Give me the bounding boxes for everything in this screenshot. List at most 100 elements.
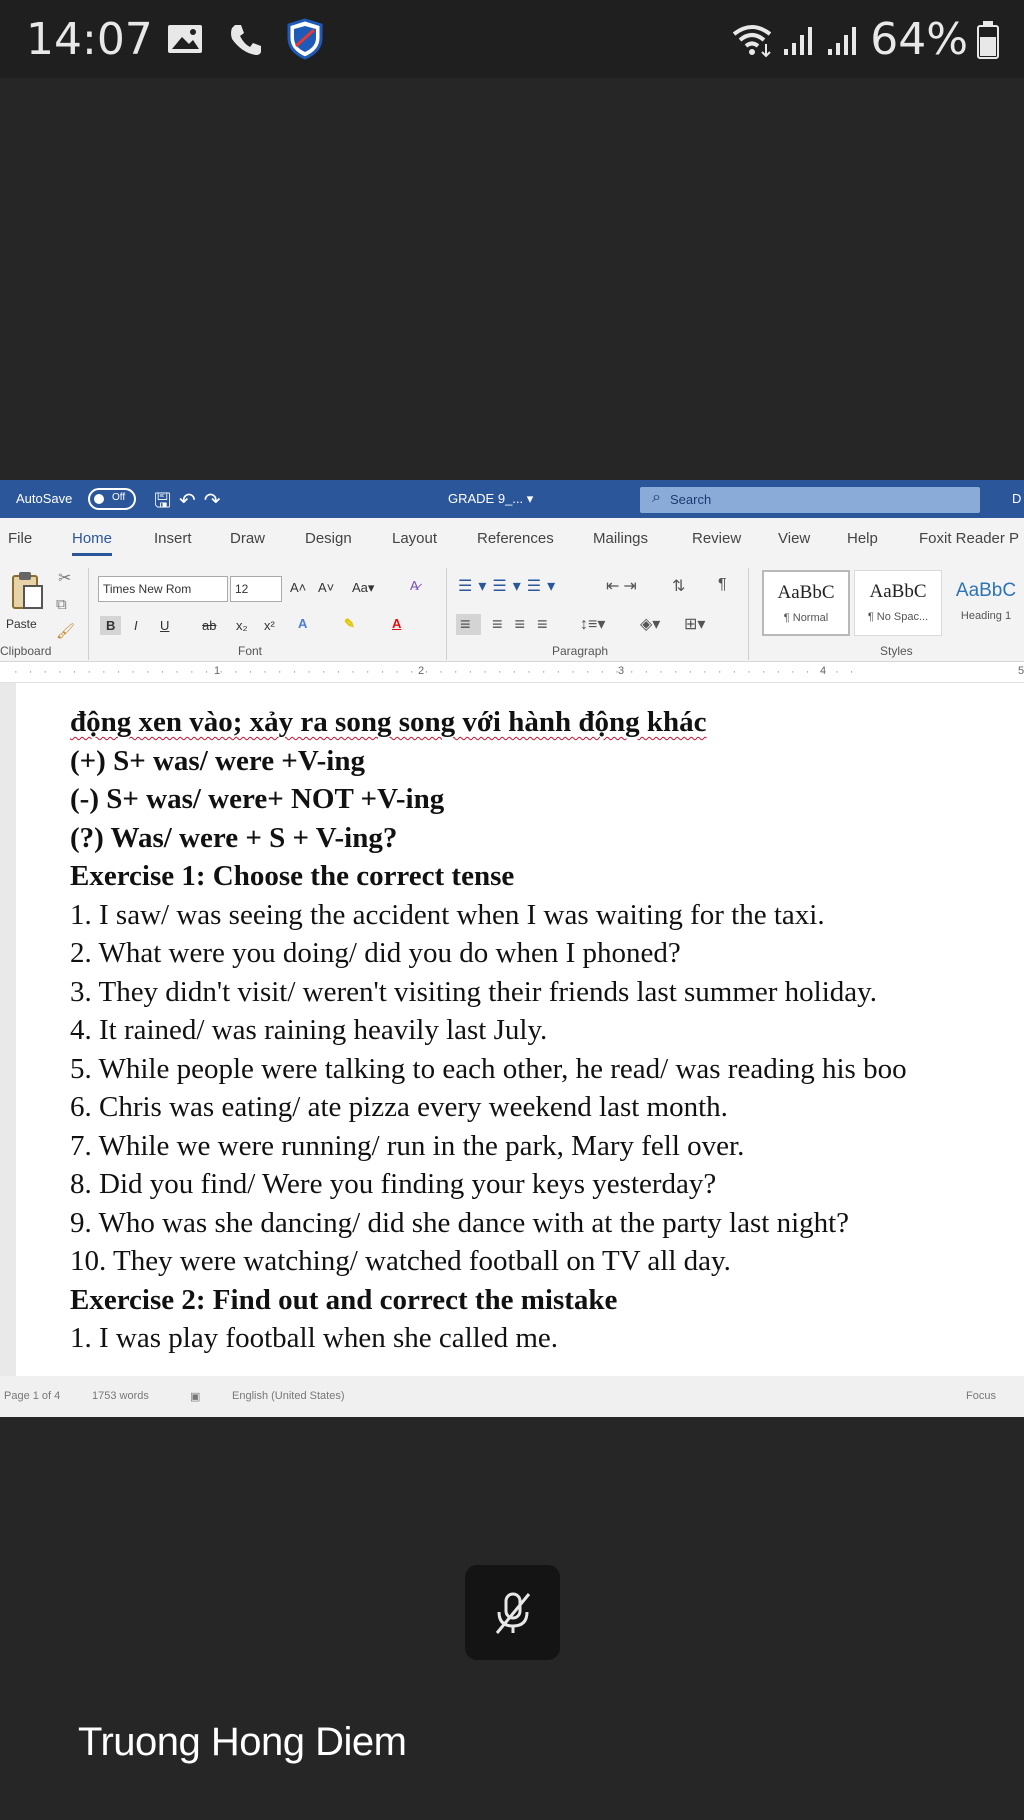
indent-buttons-icon[interactable]: ⇤⇥ <box>606 576 641 596</box>
doc-heading: Exercise 1: Choose the correct tense <box>70 860 515 892</box>
tab-draw[interactable]: Draw <box>230 530 265 547</box>
list-buttons-icon[interactable]: ☰▾☰▾☰▾ <box>458 576 561 596</box>
grow-font-button[interactable]: A˄ <box>290 580 306 595</box>
doc-line: 2. What were you doing/ did you do when … <box>70 937 681 969</box>
strikethrough-button[interactable]: ab <box>202 618 216 633</box>
align-left-icon[interactable]: ≡ <box>456 614 481 635</box>
style-heading-1[interactable]: AaBbC Heading 1 <box>946 570 1024 636</box>
autosave-label: AutoSave <box>16 491 73 506</box>
pilcrow-icon[interactable]: ¶ <box>718 576 727 594</box>
clock: 14:07 <box>26 14 153 65</box>
change-case-button[interactable]: Aa▾ <box>352 580 374 596</box>
cut-icon[interactable]: ✂ <box>58 568 71 588</box>
divider <box>748 568 749 660</box>
focus-button[interactable]: Focus <box>966 1390 996 1402</box>
align-buttons-icon[interactable]: ≡≡≡ <box>492 614 560 635</box>
sort-icon[interactable]: ⇅ <box>672 576 685 596</box>
bold-button[interactable]: B <box>100 616 122 635</box>
divider <box>88 568 89 660</box>
shading-icon[interactable]: ◈▾ <box>640 614 660 634</box>
doc-heading: Exercise 2: Find out and correct the mis… <box>70 1283 618 1316</box>
style-no-spacing[interactable]: AaBbC ¶ No Spac... <box>854 570 942 636</box>
tab-mailings[interactable]: Mailings <box>593 530 648 547</box>
ruler-number: 5 <box>1018 665 1024 677</box>
document-title[interactable]: GRADE 9_... ▾ <box>448 491 533 507</box>
shared-screen: AutoSave Off 🖫↶↷ GRADE 9_... ▾ ⌕ Search … <box>0 480 1024 1417</box>
ruler-number: 3 <box>618 665 625 677</box>
ribbon-tabs: File Home Insert Draw Design Layout Refe… <box>0 518 1024 560</box>
page-count[interactable]: Page 1 of 4 <box>4 1390 60 1402</box>
shield-icon <box>287 18 323 60</box>
document-page[interactable]: động xen vào; xảy ra song song với hành … <box>0 683 1024 1376</box>
group-paragraph: Paragraph <box>552 644 609 658</box>
group-styles: Styles <box>880 644 913 658</box>
proofing-icon[interactable]: ▣ <box>190 1390 200 1403</box>
group-font: Font <box>238 644 263 658</box>
ruler-number: 4 <box>820 665 827 677</box>
italic-button[interactable]: I <box>134 618 138 633</box>
wifi-icon <box>732 24 772 57</box>
tab-help[interactable]: Help <box>847 530 878 547</box>
style-normal[interactable]: AaBbC ¶ Normal <box>762 570 850 636</box>
image-icon <box>168 25 202 53</box>
word-status-bar: Page 1 of 4 1753 words ▣ English (United… <box>0 1376 1024 1417</box>
doc-line: 6. Chris was eating/ ate pizza every wee… <box>70 1091 728 1123</box>
highlight-icon[interactable]: ✎ <box>344 616 355 632</box>
tab-home[interactable]: Home <box>72 530 113 556</box>
font-color-icon[interactable]: A <box>392 616 401 631</box>
word-titlebar: AutoSave Off 🖫↶↷ GRADE 9_... ▾ ⌕ Search … <box>0 480 1024 518</box>
battery-icon <box>977 20 999 59</box>
ruler-number: 2 <box>418 665 425 677</box>
tab-design[interactable]: Design <box>305 530 352 547</box>
tab-references[interactable]: References <box>477 530 554 547</box>
doc-line: 10. They were watching/ watched football… <box>70 1245 731 1277</box>
search-icon: ⌕ <box>652 489 661 506</box>
doc-line: 5. While people were talking to each oth… <box>70 1052 907 1085</box>
clear-formatting-icon[interactable]: A̷ <box>410 578 419 593</box>
shrink-font-button[interactable]: A˅ <box>318 580 334 595</box>
tab-file[interactable]: File <box>8 530 32 547</box>
doc-line: động xen vào; xảy ra song song với hành … <box>70 706 707 738</box>
participant-name: Truong Hong Diem <box>78 1720 407 1764</box>
battery-percent: 64% <box>870 14 968 65</box>
tab-foxit-reader[interactable]: Foxit Reader P <box>919 530 1019 547</box>
underline-button[interactable]: U <box>160 618 169 633</box>
paste-label[interactable]: Paste <box>6 617 37 631</box>
word-count[interactable]: 1753 words <box>92 1390 149 1402</box>
doc-line: 8. Did you find/ Were you finding your k… <box>70 1168 717 1200</box>
tab-layout[interactable]: Layout <box>392 530 437 547</box>
tab-insert[interactable]: Insert <box>154 530 192 547</box>
doc-line: 4. It rained/ was raining heavily last J… <box>70 1014 548 1046</box>
phone-icon <box>231 25 261 55</box>
borders-icon[interactable]: ⊞▾ <box>684 614 705 634</box>
font-size-select[interactable]: 12 <box>230 576 282 602</box>
copy-icon[interactable]: ⧉ <box>56 596 67 613</box>
document-text: động xen vào; xảy ra song song với hành … <box>70 703 907 1358</box>
tab-review[interactable]: Review <box>692 530 741 547</box>
quick-access-toolbar[interactable]: 🖫↶↷ <box>154 486 229 520</box>
mute-button[interactable] <box>465 1565 560 1660</box>
doc-line: 3. They didn't visit/ weren't visiting t… <box>70 975 878 1008</box>
doc-line: 7. While we were running/ run in the par… <box>70 1129 745 1162</box>
superscript-button[interactable]: x² <box>264 618 275 633</box>
android-status-bar: 14:07 64% <box>0 0 1024 78</box>
tab-view[interactable]: View <box>778 530 810 547</box>
paste-icon[interactable] <box>10 570 46 612</box>
doc-line: (?) Was/ were + S + V-ing? <box>70 821 398 854</box>
line-spacing-icon[interactable]: ↕≡▾ <box>580 614 605 634</box>
font-name-select[interactable]: Times New Rom <box>98 576 228 602</box>
subscript-button[interactable]: x₂ <box>236 618 248 633</box>
divider <box>446 568 447 660</box>
doc-line: 9. Who was she dancing/ did she dance wi… <box>70 1206 850 1239</box>
ribbon-home: Paste ✂ ⧉ 🖌 Times New Rom 12 A˄ A˅ Aa▾ A… <box>0 560 1024 662</box>
language[interactable]: English (United States) <box>232 1390 345 1402</box>
autosave-toggle[interactable]: Off <box>88 488 136 510</box>
horizontal-ruler[interactable]: ········································… <box>0 663 1024 683</box>
format-painter-icon[interactable]: 🖌 <box>56 622 75 640</box>
search-placeholder: Search <box>670 492 712 507</box>
text-effects-icon[interactable]: A <box>298 616 307 631</box>
search-box[interactable]: ⌕ Search <box>640 487 980 513</box>
group-clipboard: Clipboard <box>0 644 52 658</box>
doc-line: 1. I was play football when she called m… <box>70 1322 559 1354</box>
signal-icon <box>828 26 857 55</box>
